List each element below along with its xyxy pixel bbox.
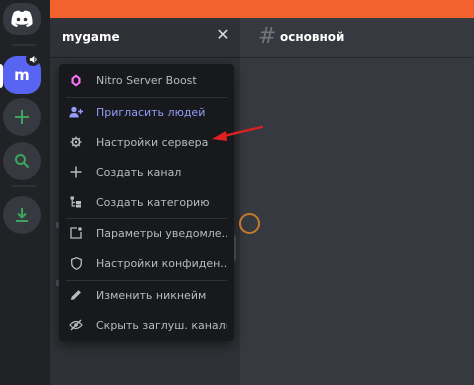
menu-item-invite-people[interactable]: Пригласить людей — [66, 98, 227, 126]
menu-item-label: Скрыть заглуш. каналы — [96, 318, 227, 332]
menu-item-label: Пригласить людей — [96, 105, 206, 119]
menu-item-label: Настройки конфиден... — [96, 256, 227, 270]
server-rail: m — [0, 0, 50, 385]
menu-item-label: Параметры уведомле... — [96, 226, 227, 240]
hash-icon: # — [258, 24, 277, 49]
channel-header: # основной — [240, 18, 474, 58]
gear-icon — [69, 135, 83, 149]
speaker-icon — [26, 52, 40, 66]
menu-item-create-category[interactable]: Создать категорию — [66, 188, 227, 216]
plus-icon — [15, 110, 29, 124]
explore-servers-button[interactable] — [3, 142, 41, 180]
download-apps-button[interactable] — [3, 196, 41, 234]
top-accent-bar — [50, 0, 474, 18]
menu-item-change-nickname[interactable]: Изменить никнейм — [66, 281, 227, 309]
plus-icon — [69, 165, 83, 179]
add-server-button[interactable] — [3, 98, 41, 136]
rail-separator — [12, 185, 36, 187]
annotation-arrow-icon — [212, 125, 264, 141]
menu-item-notification-settings[interactable]: Параметры уведомле... — [66, 219, 227, 247]
category-icon — [69, 195, 83, 209]
notification-icon — [69, 226, 83, 240]
server-dropdown-menu: Nitro Server Boost Пригласить людей Наст… — [59, 64, 234, 341]
rail-separator — [12, 44, 36, 46]
server-header[interactable]: mygame ✕ — [50, 18, 240, 58]
pencil-icon — [69, 288, 83, 302]
eye-slash-icon — [69, 318, 83, 332]
shield-icon — [69, 256, 83, 270]
channel-name: основной — [280, 30, 345, 44]
menu-item-label: Создать канал — [96, 165, 182, 179]
menu-item-label: Создать категорию — [96, 195, 210, 209]
menu-item-label: Настройки сервера — [96, 135, 209, 149]
boost-gem-icon — [69, 73, 83, 87]
search-icon — [15, 154, 30, 169]
menu-item-hide-muted-channels[interactable]: Скрыть заглуш. каналы — [66, 311, 227, 339]
mouse-cursor-indicator — [239, 213, 260, 234]
server-initial: m — [14, 66, 30, 84]
download-icon — [16, 208, 28, 222]
discord-logo-icon[interactable] — [3, 3, 41, 35]
menu-item-create-channel[interactable]: Создать канал — [66, 158, 227, 186]
menu-item-label: Изменить никнейм — [96, 288, 207, 302]
menu-item-server-settings[interactable]: Настройки сервера — [66, 128, 227, 156]
menu-item-nitro-boost[interactable]: Nitro Server Boost — [66, 66, 227, 94]
menu-item-privacy-settings[interactable]: Настройки конфиден... — [66, 249, 227, 277]
menu-item-label: Nitro Server Boost — [96, 73, 197, 87]
close-icon[interactable]: ✕ — [216, 26, 230, 44]
server-name: mygame — [62, 30, 120, 44]
add-user-icon — [69, 105, 83, 119]
